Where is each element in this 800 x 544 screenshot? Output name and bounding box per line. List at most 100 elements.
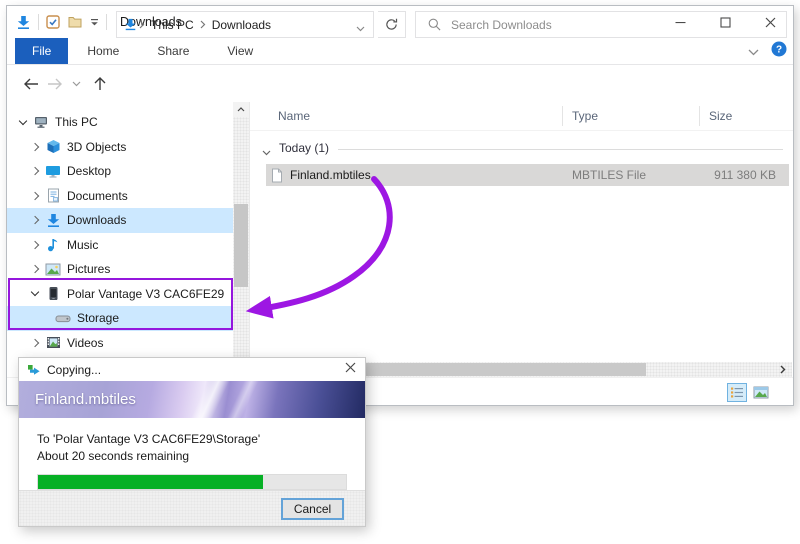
sidebar-item-label: Storage (77, 311, 119, 325)
refresh-button[interactable] (378, 11, 406, 38)
file-type: MBTILES File (572, 168, 646, 182)
copy-in-progress-icon (27, 364, 41, 376)
details-view-button[interactable] (727, 383, 747, 402)
breadcrumb-separator-icon (137, 20, 147, 29)
group-rule (338, 149, 783, 150)
sidebar-item-documents[interactable]: Documents (7, 184, 233, 209)
large-icons-view-button[interactable] (751, 383, 771, 402)
chevron-right-icon[interactable] (27, 144, 43, 150)
scroll-right-icon[interactable] (775, 362, 790, 377)
chevron-down-icon[interactable] (27, 292, 43, 295)
svg-text:?: ? (776, 45, 782, 56)
chevron-right-icon[interactable] (27, 266, 43, 272)
sidebar-item-label: Downloads (67, 213, 126, 227)
help-icon[interactable]: ? (771, 41, 787, 62)
portable-device-icon (43, 286, 63, 301)
breadcrumb-downloads[interactable]: Downloads (208, 18, 275, 32)
copy-progress-bar (37, 474, 347, 490)
chevron-right-icon[interactable] (27, 340, 43, 346)
forward-button[interactable] (43, 71, 67, 97)
sidebar-item-3d-objects[interactable]: 3D Objects (7, 135, 233, 160)
address-dropdown-chevron-icon[interactable] (356, 21, 365, 35)
dialog-close-icon[interactable] (345, 362, 356, 373)
chevron-down-icon[interactable] (15, 121, 31, 124)
dialog-filename: Finland.mbtiles (35, 391, 136, 408)
quick-access-toolbar (46, 15, 99, 29)
documents-icon (43, 188, 63, 203)
dialog-title-bar: Copying... (19, 358, 365, 381)
properties-icon[interactable] (46, 15, 60, 29)
search-box[interactable] (415, 11, 787, 38)
search-icon (428, 18, 441, 31)
dialog-footer: Cancel (19, 490, 365, 526)
chevron-right-icon[interactable] (27, 217, 43, 223)
expand-ribbon-chevron-icon[interactable] (748, 43, 759, 61)
sidebar-item-music[interactable]: Music (7, 233, 233, 258)
sidebar-item-downloads[interactable]: Downloads (7, 208, 233, 233)
column-header-size[interactable]: Size (709, 109, 732, 123)
sidebar-item-pictures[interactable]: Pictures (7, 257, 233, 282)
ribbon-tab-bar: File Home Share View (7, 38, 793, 65)
sidebar-item-label: This PC (55, 115, 98, 129)
sidebar-item-label: Desktop (67, 164, 111, 178)
group-collapse-chevron-icon[interactable] (262, 145, 271, 159)
file-icon (271, 168, 283, 183)
column-divider[interactable] (699, 106, 700, 126)
address-bar[interactable]: This PC Downloads (116, 11, 374, 38)
music-icon (43, 237, 63, 252)
tab-file[interactable]: File (15, 38, 68, 64)
downloads-app-icon (16, 15, 31, 30)
downloads-icon (43, 213, 63, 228)
sidebar-scrollbar[interactable] (233, 102, 249, 362)
dialog-destination-text: To 'Polar Vantage V3 CAC6FE29\Storage' (37, 431, 347, 448)
scrollbar-thumb[interactable] (234, 204, 248, 287)
up-button[interactable] (85, 71, 115, 97)
dialog-body: To 'Polar Vantage V3 CAC6FE29\Storage' A… (19, 418, 365, 492)
recent-locations-chevron-icon[interactable] (67, 71, 85, 97)
file-name: Finland.mbtiles (290, 168, 371, 182)
file-size: 911 380 KB (714, 168, 776, 182)
group-label: Today (1) (279, 141, 329, 155)
3d-objects-icon (43, 139, 63, 154)
breadcrumb-this-pc[interactable]: This PC (147, 18, 198, 32)
tab-home[interactable]: Home (68, 38, 138, 64)
sidebar-item-label: 3D Objects (67, 140, 126, 154)
column-header-name[interactable]: Name (278, 109, 310, 123)
pictures-icon (43, 263, 63, 276)
storage-drive-icon (53, 313, 73, 323)
explorer-window: Downloads File Home Share View (6, 5, 794, 406)
breadcrumb-separator-icon (198, 20, 208, 29)
content-area: This PC 3D Objects Desktop (7, 102, 793, 362)
scroll-up-icon[interactable] (233, 102, 249, 117)
group-header-today[interactable]: Today (1) (250, 140, 793, 160)
chevron-right-icon[interactable] (27, 168, 43, 174)
address-toolbar (7, 65, 793, 102)
cancel-button[interactable]: Cancel (281, 498, 344, 520)
sidebar-item-desktop[interactable]: Desktop (7, 159, 233, 184)
tab-view[interactable]: View (208, 38, 272, 64)
sidebar-item-label: Documents (67, 189, 128, 203)
sidebar-item-label: Polar Vantage V3 CAC6FE29 (67, 287, 224, 301)
dialog-time-remaining-text: About 20 seconds remaining (37, 448, 347, 465)
sidebar-item-label: Music (67, 238, 98, 252)
sidebar-item-videos[interactable]: Videos (7, 331, 233, 356)
column-headers: Name Type Size (250, 102, 793, 131)
chevron-right-icon[interactable] (27, 193, 43, 199)
column-header-type[interactable]: Type (572, 109, 598, 123)
desktop-icon (43, 165, 63, 178)
sidebar-item-this-pc[interactable]: This PC (7, 110, 233, 135)
new-folder-icon[interactable] (68, 16, 82, 28)
videos-icon (43, 336, 63, 349)
sidebar-item-polar-vantage[interactable]: Polar Vantage V3 CAC6FE29 (7, 282, 233, 307)
progress-fill (38, 475, 263, 489)
sidebar-item-storage[interactable]: Storage (7, 306, 233, 331)
back-button[interactable] (19, 71, 43, 97)
file-list-pane: Name Type Size Today (1) (250, 102, 793, 362)
search-input[interactable] (449, 17, 786, 33)
tab-share[interactable]: Share (138, 38, 208, 64)
chevron-right-icon[interactable] (27, 242, 43, 248)
toolbar-separator (38, 14, 39, 30)
column-divider[interactable] (562, 106, 563, 126)
customize-toolbar-chevron-icon[interactable] (90, 18, 99, 26)
file-row-finland-mbtiles[interactable]: Finland.mbtiles MBTILES File 911 380 KB (266, 164, 789, 186)
